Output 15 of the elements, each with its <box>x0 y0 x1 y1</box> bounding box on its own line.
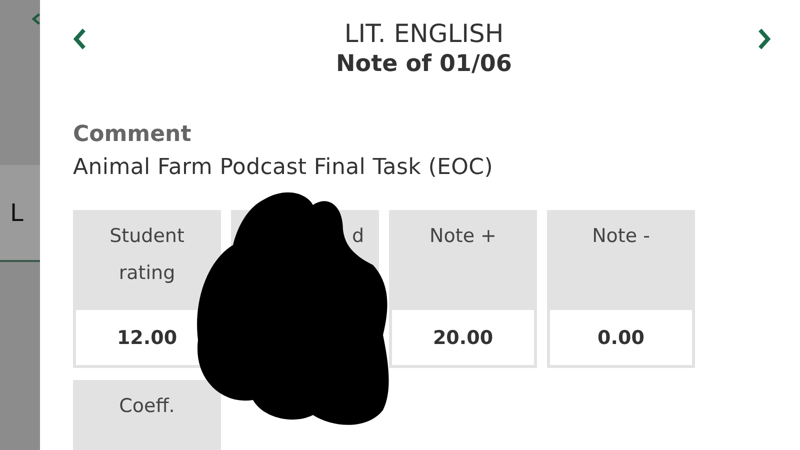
chevron-left-icon <box>32 12 40 26</box>
cell-label: d <box>352 225 364 247</box>
cell-label: Coeff. <box>119 395 175 417</box>
cell-label: Student rating <box>110 225 184 284</box>
card-letter: L <box>10 198 24 226</box>
note-date: Note of 01/06 <box>335 50 513 78</box>
chevron-right-icon <box>757 28 771 50</box>
chevron-left-icon <box>73 28 87 50</box>
cell-label: Note - <box>592 225 650 247</box>
cell-value: 0.00 <box>550 310 692 365</box>
cell-label: Note + <box>430 225 496 247</box>
subject-title: LIT. ENGLISH <box>343 18 505 50</box>
cell-value: 20.00 <box>392 310 534 365</box>
comment-text: Animal Farm Podcast Final Task (EOC) <box>73 155 494 180</box>
comment-label: Comment <box>73 122 192 147</box>
